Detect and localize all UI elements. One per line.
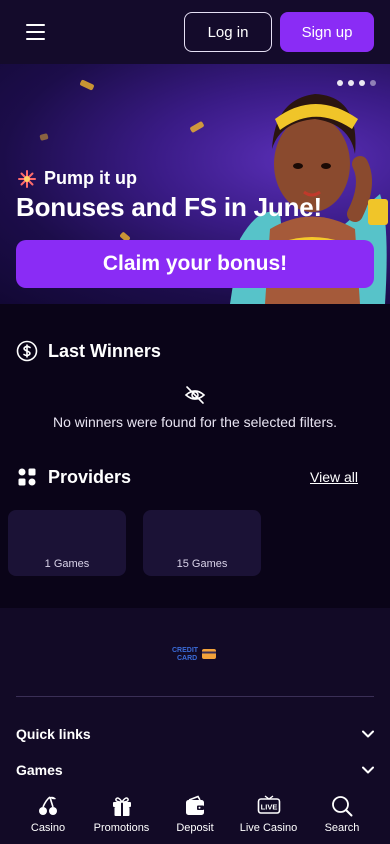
chevron-down-icon [362,766,374,774]
top-header: Log in Sign up [0,0,390,64]
credit-card-logo: CREDIT CARD [172,647,216,662]
view-all-link[interactable]: View all [310,469,358,485]
bottom-navigation: Casino Promotions Deposit LIVE Live Casi… [0,788,390,844]
wallet-icon [186,795,204,815]
quick-links-accordion[interactable]: Quick links [16,726,374,742]
winners-empty-message: No winners were found for the selected f… [52,414,338,430]
providers-heading: Providers [16,466,131,488]
logo-text-line-2: CARD [177,655,197,662]
carousel-dots[interactable] [337,80,376,86]
confetti-decoration [79,79,95,91]
menu-icon[interactable] [26,20,50,44]
provider-games-count: 15 Games [176,558,228,570]
confetti-decoration [189,120,205,134]
nav-deposit[interactable]: Deposit [159,788,231,844]
nav-label: Search [324,822,360,834]
nav-casino[interactable]: Casino [12,788,84,844]
games-accordion[interactable]: Games [16,762,374,778]
svg-text:LIVE: LIVE [260,803,277,812]
winners-empty-state: No winners were found for the selected f… [0,384,390,430]
search-icon [332,796,353,817]
last-winners-heading: Last Winners [16,340,161,362]
logo-text-line-1: CREDIT [172,647,199,654]
eye-off-icon [184,386,206,404]
footer-divider [16,696,374,697]
carousel-dot[interactable] [359,80,365,86]
grid-icon [18,468,36,486]
chevron-down-icon [362,730,374,738]
nav-search[interactable]: Search [306,788,378,844]
promo-tag: Pump it up [18,168,137,189]
gift-icon [112,797,131,816]
nav-label: Live Casino [239,822,298,834]
nav-label: Deposit [176,822,214,834]
provider-games-count: 1 Games [44,558,90,570]
carousel-dot[interactable] [348,80,354,86]
login-button[interactable]: Log in [184,12,272,52]
sparkle-icon [18,169,36,188]
promo-tag-label: Pump it up [44,168,137,188]
provider-card[interactable]: 1 Games [8,510,126,576]
promo-title: Bonuses and FS in June! [16,192,322,222]
confetti-decoration [39,133,49,141]
nav-live-casino[interactable]: LIVE Live Casino [233,788,305,844]
promo-banner[interactable]: Pump it up Bonuses and FS in June! Claim… [0,64,390,304]
last-winners-title: Last Winners [48,340,161,361]
claim-bonus-button[interactable]: Claim your bonus! [16,240,374,288]
live-tv-icon: LIVE [257,795,280,814]
nav-promotions[interactable]: Promotions [86,788,158,844]
nav-label: Casino [30,822,66,834]
nav-label: Promotions [93,822,150,834]
provider-card[interactable]: 15 Games [143,510,261,576]
providers-title: Providers [48,466,132,487]
cherries-icon [39,796,57,815]
dollar-coin-icon [16,340,38,362]
accordion-label: Quick links [16,726,91,742]
signup-button[interactable]: Sign up [280,12,374,52]
carousel-dot[interactable] [337,80,343,86]
carousel-dot[interactable] [370,80,376,86]
accordion-label: Games [16,762,63,778]
